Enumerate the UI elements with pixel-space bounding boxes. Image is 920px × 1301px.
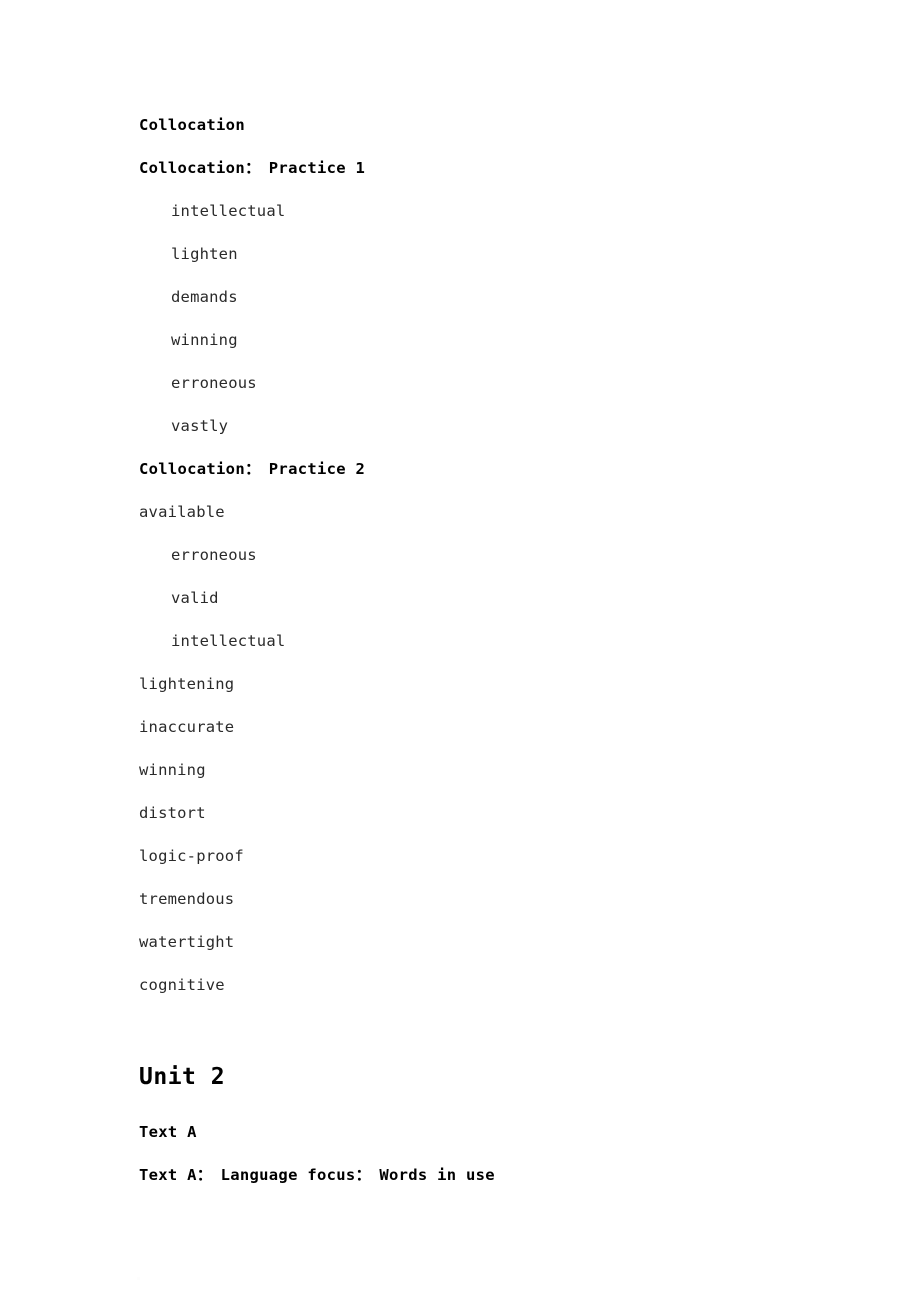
language-focus-heading: Text A： Language focus： Words in use <box>139 1166 495 1184</box>
list-item: valid <box>171 589 219 607</box>
list-item: watertight <box>139 933 235 951</box>
list-item: erroneous <box>171 374 257 392</box>
list-item: lighten <box>171 245 238 263</box>
list-item: logic-proof <box>139 847 244 865</box>
subsection-heading-practice-1: Collocation： Practice 1 <box>139 159 366 177</box>
list-item: erroneous <box>171 546 257 564</box>
footer-artifact: ■ <box>137 1276 141 1282</box>
list-item: cognitive <box>139 976 225 994</box>
text-a-heading: Text A <box>139 1123 197 1141</box>
list-item: lightening <box>139 675 235 693</box>
list-item: intellectual <box>171 632 286 650</box>
document-page: Collocation Collocation： Practice 1 inte… <box>0 0 920 1301</box>
list-item: available <box>139 503 225 521</box>
list-item: winning <box>171 331 238 349</box>
unit-title-spacer <box>139 1100 840 1111</box>
list-item: tremendous <box>139 890 235 908</box>
subsection-heading-practice-2: Collocation： Practice 2 <box>139 460 366 478</box>
list-item: winning <box>139 761 206 779</box>
unit-title: Unit 2 <box>139 1064 226 1090</box>
document-content: Collocation Collocation： Practice 1 inte… <box>139 104 840 1197</box>
list-item: distort <box>139 804 206 822</box>
section-heading-collocation: Collocation <box>139 116 245 134</box>
list-item: demands <box>171 288 238 306</box>
list-item: inaccurate <box>139 718 235 736</box>
list-item: vastly <box>171 417 229 435</box>
list-item: intellectual <box>171 202 286 220</box>
